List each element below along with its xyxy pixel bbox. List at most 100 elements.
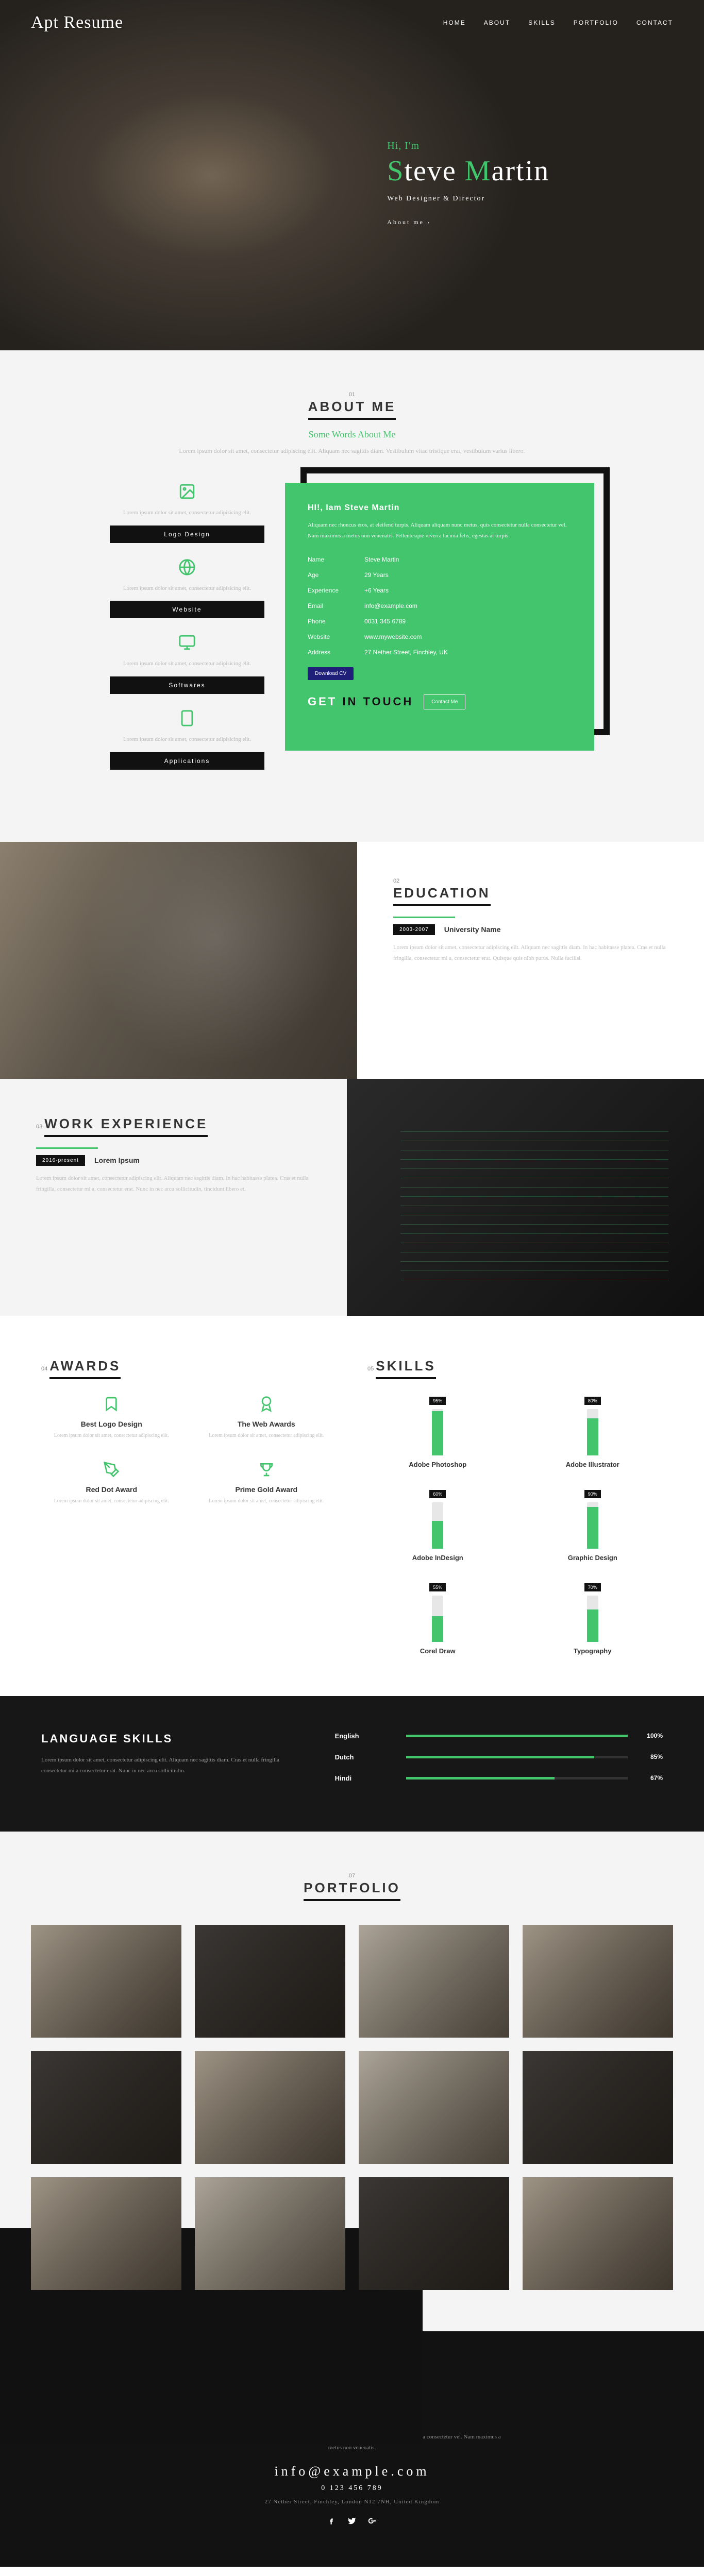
edu-divider bbox=[393, 917, 455, 918]
service-label[interactable]: Applications bbox=[110, 752, 264, 770]
education-image bbox=[0, 842, 357, 1079]
google-plus-icon[interactable] bbox=[368, 2516, 377, 2526]
service-label[interactable]: Website bbox=[110, 601, 264, 618]
lang-title: LANGUAGE SKILLS bbox=[41, 1732, 294, 1745]
hero-bg-image bbox=[0, 0, 704, 350]
skill-typography: 70%Typography bbox=[523, 1582, 663, 1655]
service-applications: Lorem ipsum dolor sit amet, consectetur … bbox=[110, 709, 264, 770]
info-row-website: Websitewww.mywebsite.com bbox=[308, 629, 572, 645]
hero: Apt Resume HOME ABOUT SKILLS PORTFOLIO C… bbox=[0, 0, 704, 350]
portfolio-item[interactable] bbox=[31, 1925, 181, 2038]
award-prime-gold-award: Prime Gold AwardLorem ipsum dolor sit am… bbox=[196, 1461, 337, 1506]
edu-year: 2003-2007 bbox=[393, 924, 435, 935]
wrk-title: WORK EXPERIENCE bbox=[44, 1116, 208, 1137]
portfolio-section: 07 PORTFOLIO bbox=[0, 1832, 704, 2331]
lang-dutch: Dutch85% bbox=[335, 1753, 663, 1761]
info-row-email: Emailinfo@example.com bbox=[308, 598, 572, 614]
portfolio-item[interactable] bbox=[359, 2051, 509, 2164]
lang-left: LANGUAGE SKILLS Lorem ipsum dolor sit am… bbox=[41, 1732, 294, 1795]
portfolio-item[interactable] bbox=[31, 2177, 181, 2290]
about-num: 01 bbox=[31, 392, 673, 398]
lang-english: English100% bbox=[335, 1732, 663, 1740]
nav-about[interactable]: ABOUT bbox=[484, 19, 510, 26]
work-image bbox=[347, 1079, 704, 1316]
award-best-logo-design: Best Logo DesignLorem ipsum dolor sit am… bbox=[41, 1396, 182, 1440]
award-red-dot-award: Red Dot AwardLorem ipsum dolor sit amet,… bbox=[41, 1461, 182, 1506]
about-lede: Lorem ipsum dolor sit amet, consectetur … bbox=[177, 445, 527, 457]
wrk-desc: Lorem ipsum dolor sit amet, consectetur … bbox=[36, 1173, 311, 1195]
ct-phone[interactable]: 0 123 456 789 bbox=[31, 2484, 673, 2493]
skill-graphic-design: 90%Graphic Design bbox=[523, 1489, 663, 1562]
contact-me-button[interactable]: Contact Me bbox=[424, 694, 465, 709]
git-label: GET IN TOUCH bbox=[308, 695, 413, 708]
edu-title: EDUCATION bbox=[393, 885, 491, 906]
sk-title: SKILLS bbox=[376, 1358, 435, 1379]
portfolio-item[interactable] bbox=[523, 1925, 673, 2038]
skills-col: 05 SKILLS 95%Adobe Photoshop80%Adobe Ill… bbox=[367, 1357, 663, 1655]
services-col: Lorem ipsum dolor sit amet, consectetur … bbox=[110, 483, 264, 770]
about-subhead: Some Words About Me bbox=[31, 429, 673, 440]
portfolio-grid bbox=[31, 1925, 673, 2290]
sk-num: 05 bbox=[367, 1366, 374, 1372]
ct-email[interactable]: info@example.com bbox=[31, 2464, 673, 2479]
facebook-icon[interactable] bbox=[327, 2516, 336, 2526]
portfolio-item[interactable] bbox=[359, 2177, 509, 2290]
portfolio-item[interactable] bbox=[523, 2051, 673, 2164]
service-website: Lorem ipsum dolor sit amet, consectetur … bbox=[110, 558, 264, 619]
pf-num: 07 bbox=[31, 1873, 673, 1879]
wrk-role: Lorem Ipsum bbox=[94, 1156, 140, 1164]
hero-role: Web Designer & Director bbox=[387, 195, 549, 203]
skill-corel-draw: 55%Corel Draw bbox=[367, 1582, 508, 1655]
twitter-icon[interactable] bbox=[347, 2516, 357, 2526]
lang-bars: English100% Dutch85% Hindi67% bbox=[335, 1732, 663, 1795]
download-cv-button[interactable]: Download CV bbox=[308, 667, 354, 680]
about-card: HI!, Iam Steve Martin Aliquam nec rhoncu… bbox=[285, 483, 594, 751]
hero-cta[interactable]: About me bbox=[387, 218, 431, 226]
service-desc: Lorem ipsum dolor sit amet, consectetur … bbox=[110, 584, 264, 594]
service-desc: Lorem ipsum dolor sit amet, consectetur … bbox=[110, 508, 264, 518]
nav-bar: Apt Resume HOME ABOUT SKILLS PORTFOLIO C… bbox=[0, 0, 704, 45]
portfolio-item[interactable] bbox=[195, 2177, 345, 2290]
pf-title: PORTFOLIO bbox=[304, 1880, 400, 1901]
about-grid: Lorem ipsum dolor sit amet, consectetur … bbox=[31, 483, 673, 770]
service-desc: Lorem ipsum dolor sit amet, consectetur … bbox=[110, 659, 264, 669]
awards-grid: Best Logo DesignLorem ipsum dolor sit am… bbox=[41, 1396, 337, 1506]
ct-addr: 27 Nether Street, Finchley, London N12 7… bbox=[31, 2499, 673, 2505]
service-softwares: Lorem ipsum dolor sit amet, consectetur … bbox=[110, 634, 264, 694]
nav-home[interactable]: HOME bbox=[443, 19, 466, 26]
about-section: 01 ABOUT ME Some Words About Me Lorem ip… bbox=[0, 350, 704, 842]
nav-skills[interactable]: SKILLS bbox=[528, 19, 556, 26]
portfolio-item[interactable] bbox=[523, 2177, 673, 2290]
nav-portfolio[interactable]: PORTFOLIO bbox=[574, 19, 618, 26]
info-row-address: Address27 Nether Street, Finchley, UK bbox=[308, 645, 572, 660]
skills-grid: 95%Adobe Photoshop80%Adobe Illustrator60… bbox=[367, 1396, 663, 1655]
info-row-name: NameSteve Martin bbox=[308, 552, 572, 567]
edu-desc: Lorem ipsum dolor sit amet, consectetur … bbox=[393, 942, 668, 964]
education-section: 02 EDUCATION 2003-2007 University Name L… bbox=[0, 842, 704, 1079]
wrk-divider bbox=[36, 1147, 98, 1149]
hero-intro: Hi, I'm Steve Martin Web Designer & Dire… bbox=[387, 140, 549, 227]
portfolio-item[interactable] bbox=[195, 1925, 345, 2038]
edu-school: University Name bbox=[444, 925, 501, 934]
nav-links: HOME ABOUT SKILLS PORTFOLIO CONTACT bbox=[443, 19, 673, 26]
awards-col: 04 AWARDS Best Logo DesignLorem ipsum do… bbox=[41, 1357, 337, 1655]
lang-hindi: Hindi67% bbox=[335, 1774, 663, 1782]
awards-skills-section: 04 AWARDS Best Logo DesignLorem ipsum do… bbox=[0, 1316, 704, 1696]
nav-contact[interactable]: CONTACT bbox=[636, 19, 673, 26]
aw-title: AWARDS bbox=[49, 1358, 121, 1379]
portfolio-item[interactable] bbox=[359, 1925, 509, 2038]
work-content: 03 WORK EXPERIENCE 2016-present Lorem Ip… bbox=[0, 1079, 347, 1316]
portfolio-item[interactable] bbox=[31, 2051, 181, 2164]
lang-desc: Lorem ipsum dolor sit amet, consectetur … bbox=[41, 1755, 294, 1776]
service-label[interactable]: Softwares bbox=[110, 676, 264, 694]
sayhello-section: SAY HELLO Send bbox=[0, 2567, 704, 2576]
language-section: LANGUAGE SKILLS Lorem ipsum dolor sit am… bbox=[0, 1696, 704, 1832]
get-in-touch: GET IN TOUCH Contact Me bbox=[308, 694, 572, 709]
portfolio-item[interactable] bbox=[195, 2051, 345, 2164]
skill-adobe-indesign: 60%Adobe InDesign bbox=[367, 1489, 508, 1562]
service-desc: Lorem ipsum dolor sit amet, consectetur … bbox=[110, 735, 264, 745]
service-label[interactable]: Logo Design bbox=[110, 526, 264, 543]
about-card-wrap: HI!, Iam Steve Martin Aliquam nec rhoncu… bbox=[285, 483, 594, 751]
brand-logo[interactable]: Apt Resume bbox=[31, 13, 123, 32]
aw-num: 04 bbox=[41, 1366, 47, 1372]
